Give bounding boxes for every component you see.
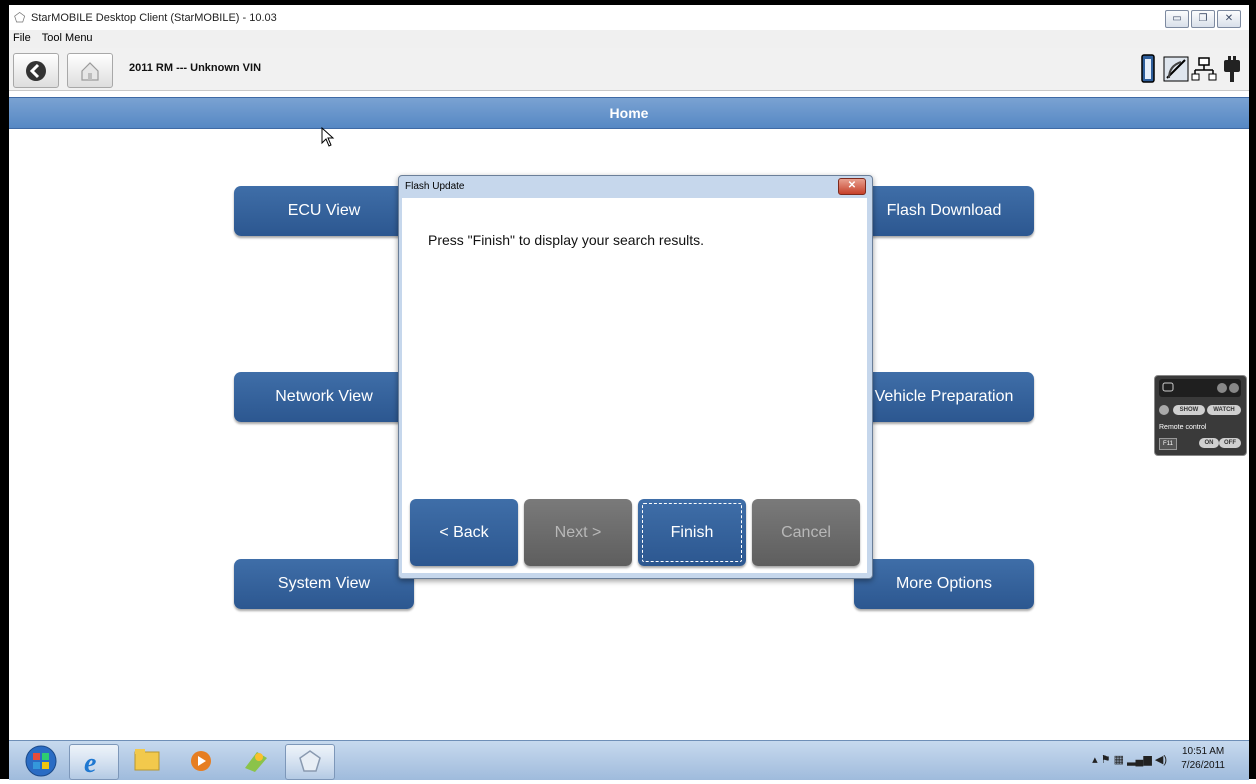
close-icon[interactable]: ✕ [1217, 10, 1241, 28]
app-window: ⬠ StarMOBILE Desktop Client (StarMOBILE)… [0, 0, 1256, 780]
on-toggle[interactable]: ON [1199, 438, 1219, 448]
paint-icon[interactable] [231, 744, 279, 778]
window-border-right [1249, 0, 1256, 779]
system-tray: ▴ ⚑ ▦ ▂▄▆ ◀) [1092, 753, 1167, 766]
back-button[interactable] [13, 53, 59, 88]
restore-icon[interactable]: ❐ [1191, 10, 1215, 28]
menu-tool-menu[interactable]: Tool Menu [38, 30, 97, 44]
clock[interactable]: 10:51 AM 7/26/2011 [1181, 745, 1225, 773]
toolbar: 2011 RM --- Unknown VIN [9, 48, 1249, 91]
ecu-view-button[interactable]: ECU View [234, 186, 414, 236]
menu-file[interactable]: File [9, 30, 35, 44]
remote-header [1159, 379, 1241, 397]
f11-key: F11 [1159, 438, 1177, 450]
window-title: StarMOBILE Desktop Client (StarMOBILE) -… [31, 12, 277, 24]
taskbar: e ▴ ⚑ ▦ ▂▄▆ ◀) 10:51 AM 7/26/2011 [9, 740, 1249, 780]
app-icon: ⬠ [14, 10, 26, 25]
window-controls: ▭ ❐ ✕ [1163, 10, 1241, 28]
flash-download-button[interactable]: Flash Download [854, 186, 1034, 236]
starmobile-icon[interactable] [285, 744, 335, 780]
connector-icon [1219, 54, 1245, 84]
remote-control-widget: SHOW WATCH Remote control F11 ON OFF [1154, 375, 1247, 456]
vehicle-preparation-button[interactable]: Vehicle Preparation [854, 372, 1034, 422]
watch-toggle[interactable]: WATCH [1207, 405, 1241, 415]
remote-minimize-icon[interactable] [1217, 383, 1227, 393]
internet-explorer-icon[interactable]: e [69, 744, 119, 780]
menu-bar: File Tool Menu [9, 30, 1249, 48]
clock-date: 7/26/2011 [1181, 760, 1225, 771]
network-icon [1191, 54, 1217, 84]
clock-time: 10:51 AM [1181, 746, 1225, 757]
chat-icon [1162, 382, 1174, 392]
cancel-button: Cancel [752, 499, 860, 566]
home-button[interactable] [67, 53, 113, 88]
window-border-left [0, 0, 9, 779]
network-view-button[interactable]: Network View [234, 372, 414, 422]
dialog-title: Flash Update [405, 181, 465, 192]
signal-icon [1163, 54, 1189, 84]
home-icon [81, 62, 99, 81]
signal-bars-icon[interactable]: ▂▄▆ [1127, 754, 1152, 766]
show-toggle[interactable]: SHOW [1173, 405, 1205, 415]
dialog-message: Press "Finish" to display your search re… [428, 232, 705, 248]
remote-close-icon[interactable] [1229, 383, 1239, 393]
vehicle-label: 2011 RM --- Unknown VIN [129, 62, 262, 74]
battery-icon [1135, 54, 1161, 84]
file-explorer-icon[interactable] [123, 744, 171, 778]
minimize-icon[interactable]: ▭ [1165, 10, 1189, 28]
back-button-dialog[interactable]: < Back [410, 499, 518, 566]
flag-icon[interactable]: ⚑ [1101, 754, 1111, 766]
network-tray-icon[interactable]: ▦ [1114, 754, 1124, 766]
media-player-icon[interactable] [177, 744, 225, 778]
next-button: Next > [524, 499, 632, 566]
remote-control-label: Remote control [1159, 424, 1207, 431]
status-icons [1133, 54, 1245, 84]
back-arrow-icon [26, 61, 46, 81]
dialog-close-icon[interactable]: ✕ [838, 178, 866, 195]
eye-icon [1159, 405, 1169, 415]
start-orb-icon[interactable] [23, 744, 61, 778]
off-toggle[interactable]: OFF [1219, 438, 1241, 448]
flash-update-dialog: Flash Update ✕ Press "Finish" to display… [398, 175, 873, 579]
system-view-button[interactable]: System View [234, 559, 414, 609]
page-title: Home [9, 97, 1249, 129]
more-options-button[interactable]: More Options [854, 559, 1034, 609]
mouse-cursor-icon [321, 126, 335, 152]
finish-button[interactable]: Finish [638, 499, 746, 566]
tray-expand-icon[interactable]: ▴ [1092, 754, 1098, 766]
svg-text:e: e [84, 748, 96, 779]
volume-icon[interactable]: ◀) [1155, 754, 1167, 766]
title-bar: ⬠ StarMOBILE Desktop Client (StarMOBILE)… [9, 5, 1249, 30]
